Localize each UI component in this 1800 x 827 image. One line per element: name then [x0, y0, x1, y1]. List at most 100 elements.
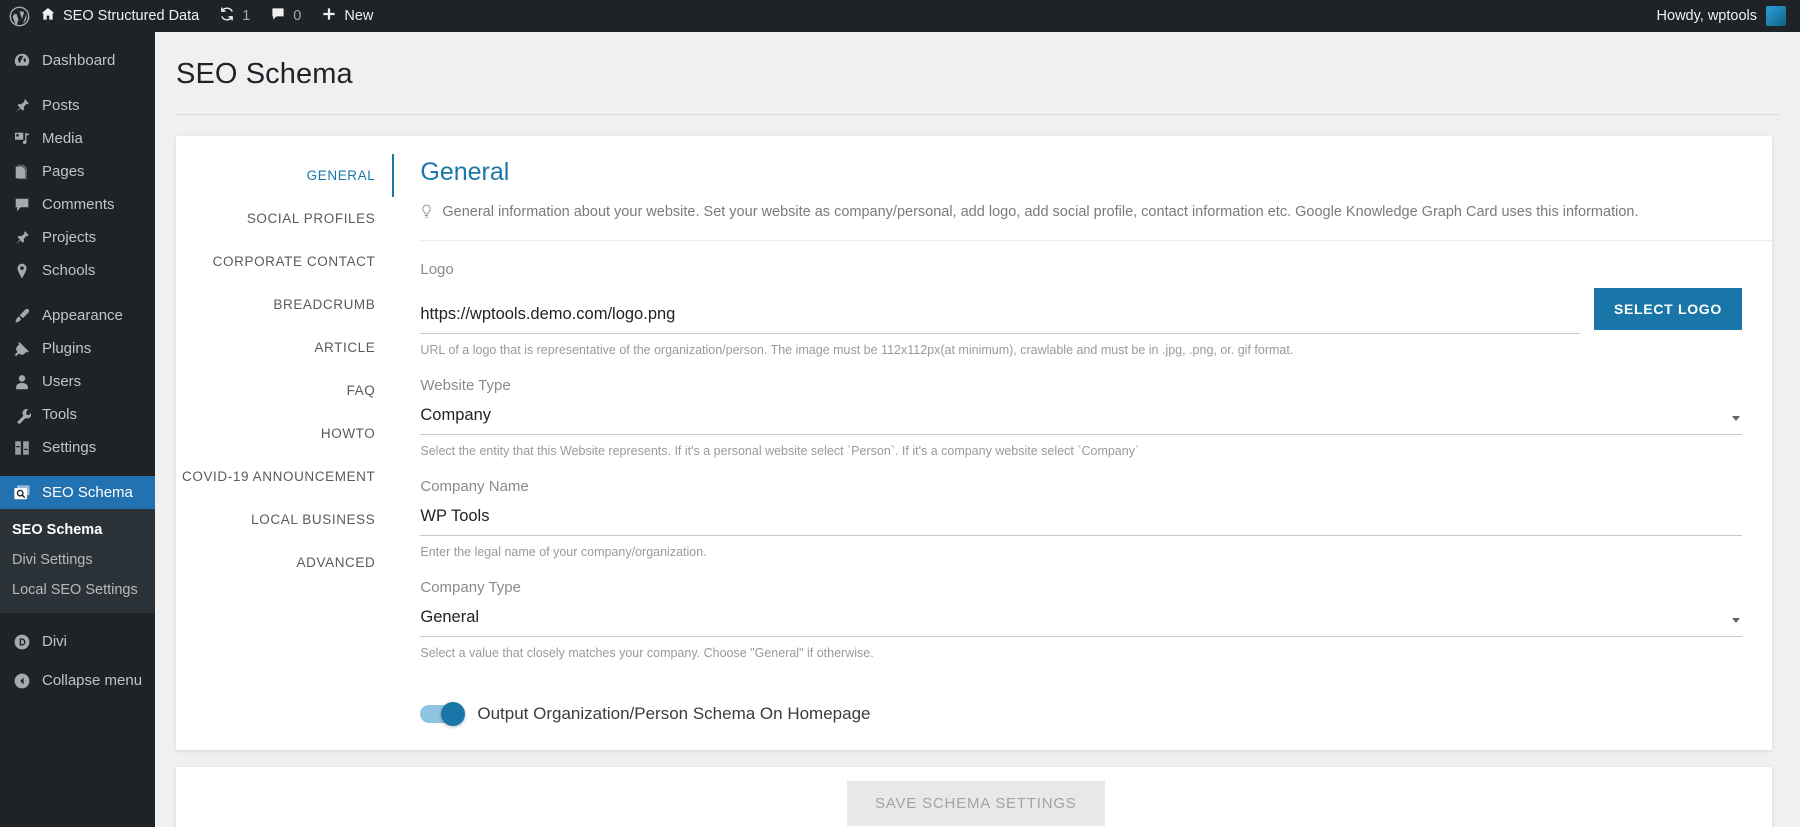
- tab-general[interactable]: GENERAL: [176, 154, 395, 197]
- logo-input[interactable]: [420, 302, 1580, 334]
- page-title: SEO Schema: [176, 58, 353, 90]
- save-bar: SAVE SCHEMA SETTINGS: [176, 766, 1772, 827]
- sidebar-item-label: Dashboard: [42, 52, 116, 69]
- pin-icon: [12, 96, 32, 116]
- sidebar-item-seo-schema[interactable]: SEO Schema: [0, 476, 163, 509]
- sidebar-bottom-menu: Divi Collapse menu: [0, 613, 155, 697]
- pin-icon: [12, 228, 32, 248]
- sidebar-item-pages[interactable]: Pages: [0, 155, 155, 188]
- sidebar-subitem-seo-schema[interactable]: SEO Schema: [0, 515, 155, 545]
- sidebar-item-plugins[interactable]: Plugins: [0, 332, 155, 365]
- logo-row: SELECT LOGO: [420, 287, 1742, 334]
- sidebar-item-label: Divi: [42, 633, 67, 650]
- adminbar-comments[interactable]: 0: [260, 0, 311, 32]
- output-schema-toggle-label: Output Organization/Person Schema On Hom…: [477, 703, 871, 723]
- user-icon: [12, 372, 32, 392]
- company-name-input[interactable]: [420, 504, 1742, 536]
- save-schema-settings-button[interactable]: SAVE SCHEMA SETTINGS: [847, 781, 1105, 827]
- sidebar-item-label: Posts: [42, 97, 80, 114]
- company-name-row: [420, 504, 1742, 536]
- adminbar-new-label: New: [344, 8, 374, 24]
- sidebar-subitem-local-seo-settings[interactable]: Local SEO Settings: [0, 575, 155, 605]
- panel-description-text: General information about your website. …: [442, 204, 1639, 220]
- plug-icon: [12, 339, 32, 359]
- pages-icon: [12, 162, 32, 182]
- company-type-label: Company Type: [420, 578, 521, 596]
- chevron-down-icon: [1732, 617, 1740, 623]
- company-type-row: General: [420, 606, 1742, 637]
- toggle-knob: [441, 701, 466, 726]
- field-website-type: Website Type Company Select the entity t…: [420, 357, 1772, 458]
- location-pin-icon: [12, 261, 32, 281]
- sidebar-item-settings[interactable]: Settings: [0, 431, 155, 464]
- updates-icon: [219, 6, 235, 26]
- sliders-icon: [12, 438, 32, 458]
- divi-icon: [12, 632, 32, 652]
- sidebar-item-label: Settings: [42, 439, 97, 456]
- website-type-row: Company: [420, 404, 1742, 435]
- tab-social-profiles[interactable]: SOCIAL PROFILES: [176, 197, 394, 240]
- collapse-arrow-icon: [12, 671, 32, 691]
- settings-panel: General General information about your w…: [394, 136, 1772, 750]
- sidebar-item-collapse-menu[interactable]: Collapse menu: [0, 664, 155, 697]
- sidebar-item-comments[interactable]: Comments: [0, 188, 155, 221]
- sidebar-item-media[interactable]: Media: [0, 122, 155, 155]
- admin-sidebar: Dashboard Posts Media Pages Comments Projects…: [0, 32, 163, 827]
- logo-help: URL of a logo that is representative of …: [420, 342, 1294, 357]
- tab-faq[interactable]: FAQ: [176, 369, 394, 412]
- tab-howto[interactable]: HOWTO: [176, 412, 394, 455]
- home-icon: [40, 6, 56, 26]
- sidebar-item-tools[interactable]: Tools: [0, 398, 155, 431]
- sidebar-item-label: Media: [42, 130, 83, 147]
- wordpress-logo-icon[interactable]: [9, 6, 30, 27]
- tab-local-business[interactable]: LOCAL BUSINESS: [176, 498, 394, 541]
- output-schema-toggle[interactable]: [420, 701, 466, 726]
- website-type-select[interactable]: Company: [420, 404, 1742, 435]
- sidebar-item-divi[interactable]: Divi: [0, 625, 155, 658]
- admin-bar: SEO Structured Data 1 0 New Howdy, wptoo…: [0, 0, 1800, 32]
- sidebar-item-projects[interactable]: Projects: [0, 221, 155, 254]
- tab-covid-19-announcement[interactable]: COVID-19 ANNOUNCEMENT: [176, 455, 394, 498]
- adminbar-site-name[interactable]: SEO Structured Data: [30, 0, 209, 32]
- brush-icon: [12, 306, 32, 326]
- adminbar-updates[interactable]: 1: [209, 0, 260, 32]
- howdy-label: Howdy, wptools: [1656, 8, 1757, 24]
- website-type-help: Select the entity that this Website repr…: [420, 443, 1140, 458]
- sidebar-item-users[interactable]: Users: [0, 365, 155, 398]
- logo-label: Logo: [420, 260, 454, 278]
- sidebar-subitem-divi-settings[interactable]: Divi Settings: [0, 545, 155, 575]
- settings-card: GENERAL SOCIAL PROFILES CORPORATE CONTACT B…: [176, 136, 1772, 750]
- seo-schema-icon: [12, 483, 32, 503]
- tab-breadcrumb[interactable]: BREADCRUMB: [176, 283, 394, 326]
- sidebar-separator: [0, 77, 155, 89]
- adminbar-site-label: SEO Structured Data: [63, 8, 200, 24]
- panel-title: General: [420, 158, 510, 186]
- sidebar-item-dashboard[interactable]: Dashboard: [0, 44, 155, 77]
- adminbar-new[interactable]: New: [311, 0, 383, 32]
- sidebar-item-appearance[interactable]: Appearance: [0, 299, 155, 332]
- tab-advanced[interactable]: ADVANCED: [176, 541, 394, 584]
- website-type-value: Company: [420, 405, 491, 424]
- sidebar-item-label: Comments: [42, 196, 115, 213]
- tab-corporate-contact[interactable]: CORPORATE CONTACT: [176, 240, 394, 283]
- sidebar-item-schools[interactable]: Schools: [0, 254, 155, 287]
- sidebar-item-label: SEO Schema: [42, 484, 133, 501]
- sidebar-menu: Dashboard Posts Media Pages Comments Projects…: [0, 44, 163, 509]
- company-name-label: Company Name: [420, 477, 529, 495]
- sidebar-item-posts[interactable]: Posts: [0, 89, 155, 122]
- media-icon: [12, 129, 32, 149]
- sidebar-item-label: Pages: [42, 163, 85, 180]
- sidebar-item-label: Projects: [42, 229, 97, 246]
- company-type-select[interactable]: General: [420, 606, 1742, 637]
- chevron-down-icon: [1732, 415, 1740, 421]
- website-type-label: Website Type: [420, 376, 511, 394]
- sidebar-item-label: Plugins: [42, 340, 92, 357]
- select-logo-button[interactable]: SELECT LOGO: [1593, 287, 1742, 330]
- dashboard-icon: [12, 51, 32, 71]
- sidebar-item-label: Collapse menu: [42, 672, 143, 689]
- wrench-icon: [12, 405, 32, 425]
- tab-article[interactable]: ARTICLE: [176, 326, 394, 369]
- company-type-value: General: [420, 607, 480, 626]
- adminbar-account[interactable]: Howdy, wptools: [1657, 6, 1800, 26]
- comments-count: 0: [293, 8, 302, 24]
